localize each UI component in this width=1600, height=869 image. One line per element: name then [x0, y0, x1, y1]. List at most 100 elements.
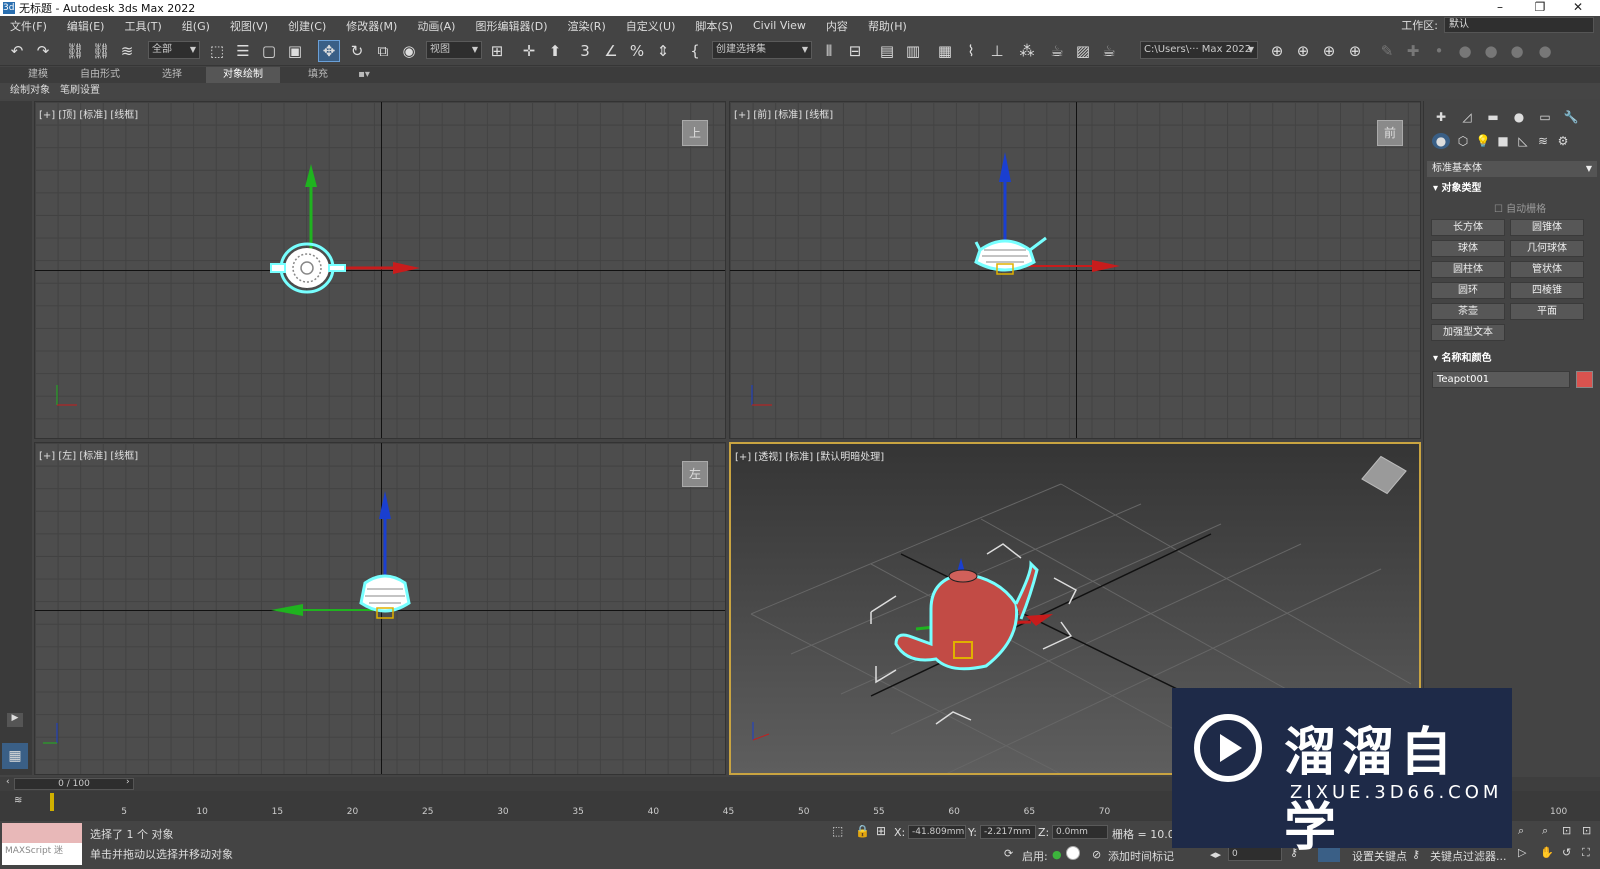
frame-field[interactable]: 0	[1228, 847, 1282, 861]
container-save-icon[interactable]: ⊕	[1344, 40, 1366, 62]
geometry-icon[interactable]: ●	[1432, 133, 1450, 149]
render-setup-icon[interactable]: ☕	[1046, 40, 1068, 62]
hierarchy-tab-icon[interactable]: ▬	[1484, 109, 1502, 125]
x-coord-field[interactable]: -41.809mm	[908, 825, 966, 839]
workspace-dropdown[interactable]: 默认	[1444, 17, 1594, 33]
viewport-front[interactable]: [+] [前] [标准] [线框] 前	[729, 101, 1421, 439]
mirror-icon[interactable]: ⫴	[818, 40, 840, 62]
pan-icon[interactable]: ✋	[1540, 846, 1554, 859]
ribbon-tab-modeling[interactable]: 建模	[12, 67, 64, 83]
close-button[interactable]: ✕	[1560, 0, 1596, 16]
dot-medium-icon[interactable]: ●	[1454, 40, 1476, 62]
lock-icon[interactable]: 🔒	[855, 824, 870, 838]
link-icon[interactable]: ⛓	[64, 40, 86, 62]
bind-space-warp-icon[interactable]: ≋	[116, 40, 138, 62]
layer-icon[interactable]: ▤	[876, 40, 898, 62]
shapes-icon[interactable]: ⬡	[1454, 133, 1472, 149]
keyboard-shortcut-icon[interactable]: ⬆	[544, 40, 566, 62]
primitive-type-dropdown[interactable]: 标准基本体 ▼	[1427, 161, 1597, 177]
ribbon-options-icon[interactable]: ▪▾	[352, 67, 376, 83]
autogrid-checkbox[interactable]: ☐ 自动栅格	[1494, 200, 1546, 215]
geosphere-button[interactable]: 几何球体	[1510, 240, 1584, 257]
schematic-icon[interactable]: ⊥	[986, 40, 1008, 62]
fov-icon[interactable]: ▷	[1518, 846, 1526, 859]
box-button[interactable]: 长方体	[1431, 219, 1505, 236]
scene-explorer-icon[interactable]: ▥	[902, 40, 924, 62]
absolute-mode-icon[interactable]: ⊞	[876, 824, 886, 838]
project-path-dropdown[interactable]: C:\Users\··· Max 2022 ▼	[1140, 41, 1258, 59]
menu-tools[interactable]: 工具(T)	[114, 18, 171, 34]
cameras-icon[interactable]: ■	[1494, 133, 1512, 149]
place-icon[interactable]: ◉	[398, 40, 420, 62]
move-icon[interactable]: ✥	[318, 40, 340, 62]
graphite-icon[interactable]: ▦	[934, 40, 956, 62]
minimize-button[interactable]: –	[1482, 0, 1518, 16]
lights-icon[interactable]: 💡	[1474, 133, 1492, 149]
menu-group[interactable]: 组(G)	[172, 18, 220, 34]
menu-rendering[interactable]: 渲染(R)	[558, 18, 616, 34]
menu-modifiers[interactable]: 修改器(M)	[336, 18, 407, 34]
brush-settings-label[interactable]: 笔刷设置	[60, 83, 100, 99]
enable-dot-icon[interactable]: ●	[1052, 848, 1062, 861]
time-tag-icon[interactable]: ⊘	[1092, 848, 1101, 861]
rotate-icon[interactable]: ↻	[346, 40, 368, 62]
render-icon[interactable]: ☕	[1098, 40, 1120, 62]
orbit-icon[interactable]: ↺	[1562, 846, 1571, 859]
helpers-icon[interactable]: ◺	[1514, 133, 1532, 149]
name-color-rollout[interactable]: ▾ 名称和颜色	[1427, 351, 1597, 367]
menu-graph-editors[interactable]: 图形编辑器(D)	[465, 18, 557, 34]
add-time-tag[interactable]: 添加时间标记	[1108, 848, 1174, 864]
select-object-icon[interactable]: ⬚	[206, 40, 228, 62]
curve-editor-icon[interactable]: ⌇	[960, 40, 982, 62]
cross-icon[interactable]: ✚	[1402, 40, 1424, 62]
window-crossing-icon[interactable]: ▣	[284, 40, 306, 62]
rect-select-icon[interactable]: ▢	[258, 40, 280, 62]
menu-file[interactable]: 文件(F)	[0, 18, 57, 34]
isolate-icon[interactable]: ⬚	[832, 824, 843, 838]
percent-snap-icon[interactable]: %	[626, 40, 648, 62]
paint-objects-label[interactable]: 绘制对象	[10, 83, 50, 99]
ribbon-tab-object-paint[interactable]: 对象绘制	[206, 67, 280, 83]
object-type-rollout[interactable]: ▾ 对象类型	[1427, 181, 1597, 197]
dot-xlarge-icon[interactable]: ●	[1506, 40, 1528, 62]
menu-help[interactable]: 帮助(H)	[858, 18, 917, 34]
menu-customize[interactable]: 自定义(U)	[616, 18, 686, 34]
next-frame-icon[interactable]: ›	[126, 777, 130, 787]
plane-button[interactable]: 平面	[1510, 303, 1584, 320]
snap-icon[interactable]: 3	[574, 40, 596, 62]
maxscript-listener[interactable]: MAXScript 迷	[2, 823, 82, 865]
zoom-icon[interactable]: ⌕	[1518, 824, 1524, 838]
z-coord-field[interactable]: 0.0mm	[1052, 825, 1108, 839]
display-tab-icon[interactable]: ▭	[1536, 109, 1554, 125]
maximize-viewport-icon[interactable]: ⛶	[1582, 846, 1590, 860]
teapot-button[interactable]: 茶壶	[1431, 303, 1505, 320]
selection-filter-dropdown[interactable]: 全部 ▼	[148, 41, 200, 59]
manipulate-icon[interactable]: ✛	[518, 40, 540, 62]
object-color-swatch[interactable]	[1576, 371, 1593, 388]
y-coord-field[interactable]: -2.217mm	[980, 825, 1036, 839]
dot-small-icon[interactable]: •	[1428, 40, 1450, 62]
pivot-icon[interactable]: ⊞	[486, 40, 508, 62]
ribbon-tab-selection[interactable]: 选择	[146, 67, 198, 83]
container-open-icon[interactable]: ⊕	[1292, 40, 1314, 62]
menu-scripting[interactable]: 脚本(S)	[685, 18, 743, 34]
text-plus-button[interactable]: 加强型文本	[1431, 324, 1505, 341]
viewport-top[interactable]: [+] [顶] [标准] [线框] 上	[34, 101, 726, 439]
cone-button[interactable]: 圆锥体	[1510, 219, 1584, 236]
maximize-button[interactable]: ❐	[1522, 0, 1558, 16]
create-tab-icon[interactable]: ✚	[1432, 109, 1450, 125]
systems-icon[interactable]: ⚙	[1554, 133, 1572, 149]
unlink-icon[interactable]: ⛓	[90, 40, 112, 62]
enable-toggle[interactable]	[1066, 846, 1080, 860]
viewport-left[interactable]: [+] [左] [标准] [线框] 左	[34, 442, 726, 775]
align-icon[interactable]: ⊟	[844, 40, 866, 62]
ribbon-tab-populate[interactable]: 填充	[292, 67, 344, 83]
space-warps-icon[interactable]: ≋	[1534, 133, 1552, 149]
edit-named-sets-icon[interactable]: {	[684, 40, 706, 62]
zoom-extents-all-icon[interactable]: ⊡	[1582, 824, 1591, 837]
ribbon-tab-freeform[interactable]: 自由形式	[70, 67, 130, 83]
dot-large-icon[interactable]: ●	[1480, 40, 1502, 62]
undo-icon[interactable]: ↶	[6, 40, 28, 62]
prev-frame-icon[interactable]: ‹	[6, 777, 10, 787]
material-editor-icon[interactable]: ⁂	[1016, 40, 1038, 62]
